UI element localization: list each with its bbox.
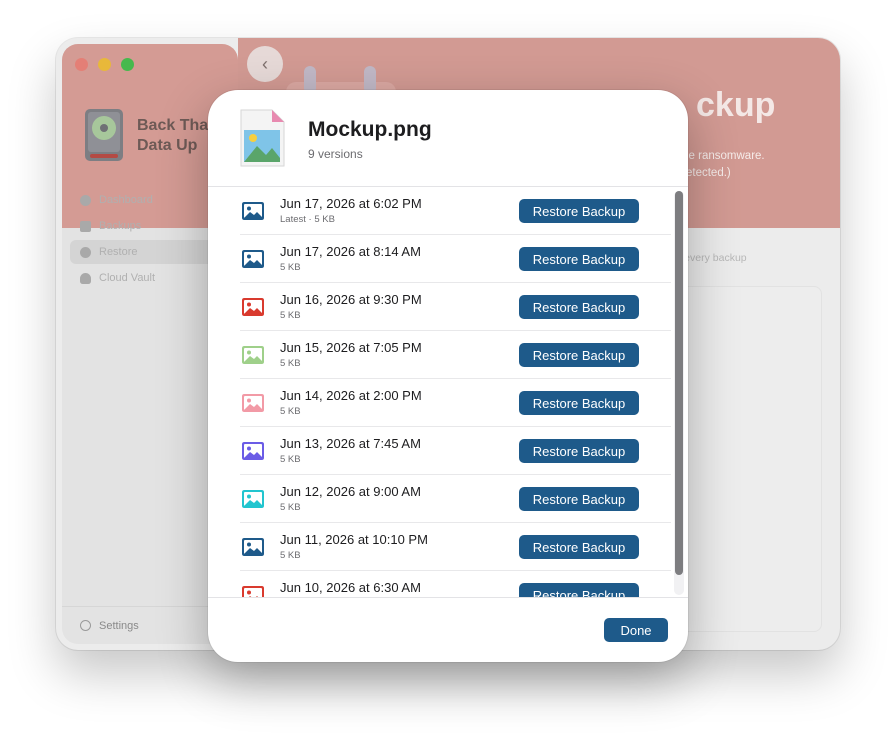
clock-icon <box>80 194 91 206</box>
image-thumbnail-icon <box>242 442 264 460</box>
sidebar-item-label: Cloud Vault <box>99 272 156 284</box>
version-row: Jun 14, 2026 at 2:00 PM 5 KB Restore Backu… <box>240 379 671 427</box>
version-row: Jun 13, 2026 at 7:45 AM 5 KB Restore Backu… <box>240 427 671 475</box>
sidebar-item-label: Restore <box>99 246 138 258</box>
image-thumbnail-icon <box>242 538 264 556</box>
version-date: Jun 10, 2026 at 6:30 AM <box>280 580 421 595</box>
version-date: Jun 13, 2026 at 7:45 AM <box>280 436 421 451</box>
image-thumbnail-icon <box>242 490 264 508</box>
scrollbar[interactable] <box>674 191 684 595</box>
version-row: Jun 15, 2026 at 7:05 PM 5 KB Restore Backu… <box>240 331 671 379</box>
versions-dialog: Mockup.png 9 versions Jun 17, 2026 at 6:… <box>208 90 688 662</box>
done-button[interactable]: Done <box>604 618 668 642</box>
version-meta: 5 KB <box>280 358 301 369</box>
chevron-left-icon: ‹ <box>262 53 268 74</box>
back-button[interactable]: ‹ <box>247 46 283 82</box>
version-list[interactable]: Jun 17, 2026 at 6:02 PM Latest · 5 KB Rest… <box>208 187 688 597</box>
sidebar-item-cloud-vault[interactable]: Cloud Vault <box>70 266 230 290</box>
version-date: Jun 12, 2026 at 9:00 AM <box>280 484 421 499</box>
version-date: Jun 14, 2026 at 2:00 PM <box>280 388 422 403</box>
version-row: Jun 12, 2026 at 9:00 AM 5 KB Restore Backu… <box>240 475 671 523</box>
version-meta: 5 KB <box>280 406 301 417</box>
restore-backup-button[interactable]: Restore Backup <box>519 247 639 271</box>
restore-backup-button[interactable]: Restore Backup <box>519 535 639 559</box>
restore-backup-button[interactable]: Restore Backup <box>519 439 639 463</box>
image-thumbnail-icon <box>242 202 264 220</box>
restore-backup-button[interactable]: Restore Backup <box>519 295 639 319</box>
sidebar-item-restore[interactable]: Restore <box>70 240 230 264</box>
restore-backup-button[interactable]: Restore Backup <box>519 199 639 223</box>
version-row: Jun 17, 2026 at 8:14 AM 5 KB Restore Backu… <box>240 235 671 283</box>
hero-subtitle: le ransomware. etected.) <box>686 148 765 182</box>
version-date: Jun 11, 2026 at 10:10 PM <box>280 532 428 547</box>
image-thumbnail-icon <box>242 394 264 412</box>
image-thumbnail-icon <box>242 346 264 364</box>
hard-drive-icon <box>85 109 123 161</box>
hero-subtitle-line: le ransomware. <box>686 150 765 162</box>
scrollbar-thumb[interactable] <box>675 191 683 575</box>
footer-divider <box>208 597 688 598</box>
zoom-window-button[interactable] <box>121 58 134 71</box>
version-row: Jun 16, 2026 at 9:30 PM 5 KB Restore Backu… <box>240 283 671 331</box>
cloud-icon <box>80 272 91 284</box>
version-date: Jun 16, 2026 at 9:30 PM <box>280 292 422 307</box>
minimize-window-button[interactable] <box>98 58 111 71</box>
settings-label: Settings <box>99 619 139 632</box>
sidebar-item-dashboard[interactable]: Dashboard <box>70 188 230 212</box>
version-meta: 5 KB <box>280 502 301 513</box>
version-count: 9 versions <box>308 147 363 161</box>
version-meta: Latest · 5 KB <box>280 214 335 225</box>
image-thumbnail-icon <box>242 298 264 316</box>
dialog-title: Mockup.png <box>308 118 432 141</box>
restore-backup-button[interactable]: Restore Backup <box>519 583 639 597</box>
drive-icon <box>80 220 91 232</box>
version-row: Jun 11, 2026 at 10:10 PM 5 KB Restore Back… <box>240 523 671 571</box>
version-date: Jun 17, 2026 at 8:14 AM <box>280 244 421 259</box>
version-date: Jun 15, 2026 at 7:05 PM <box>280 340 422 355</box>
version-meta: 5 KB <box>280 454 301 465</box>
version-meta: 5 KB <box>280 550 301 561</box>
sidebar-item-label: Dashboard <box>99 194 153 206</box>
close-window-button[interactable] <box>75 58 88 71</box>
image-thumbnail-icon <box>242 586 264 597</box>
version-meta: 5 KB <box>280 262 301 273</box>
restore-backup-button[interactable]: Restore Backup <box>519 391 639 415</box>
restore-icon <box>80 246 91 258</box>
restore-backup-button[interactable]: Restore Backup <box>519 343 639 367</box>
version-date: Jun 17, 2026 at 6:02 PM <box>280 196 422 211</box>
image-thumbnail-icon <box>242 250 264 268</box>
version-row: Jun 10, 2026 at 6:30 AM5 KBRestore Backu… <box>240 571 671 597</box>
sidebar-item-backups[interactable]: Backups <box>70 214 230 238</box>
restore-backup-button[interactable]: Restore Backup <box>519 487 639 511</box>
gear-icon <box>80 620 91 631</box>
hero-subtitle-line: etected.) <box>686 167 731 179</box>
png-file-icon <box>240 109 285 167</box>
hero-title: ckup <box>696 86 776 124</box>
version-row: Jun 17, 2026 at 6:02 PM Latest · 5 KB Rest… <box>240 187 671 235</box>
sidebar-item-label: Backups <box>99 220 142 232</box>
version-meta: 5 KB <box>280 310 301 321</box>
